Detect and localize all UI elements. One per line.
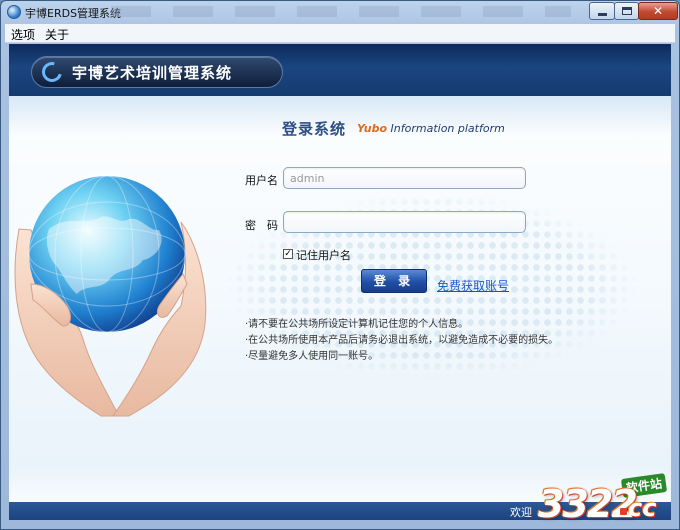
footer-welcome-text: 欢迎: [510, 506, 532, 519]
header-banner: 宇博艺术培训管理系统: [9, 44, 671, 96]
app-globe-icon: [7, 5, 21, 19]
close-button[interactable]: ✕: [638, 2, 678, 20]
username-input[interactable]: admin: [283, 167, 526, 189]
notice-line: ·尽量避免多人使用同一账号。: [245, 351, 379, 362]
watermark-domain: cc: [628, 494, 657, 522]
blurred-taskbar-region: [111, 6, 571, 17]
hands-globe-illustration: [9, 164, 207, 417]
window-title: 宇博ERDS管理系统: [25, 7, 122, 20]
menu-bar: 选项 关于: [5, 24, 675, 43]
close-icon: ✕: [652, 4, 664, 18]
minimize-icon: [597, 12, 607, 16]
login-subtitle: Yubo Information platform: [357, 122, 505, 135]
menu-options[interactable]: 选项: [11, 26, 35, 43]
login-button[interactable]: 登 录: [361, 269, 427, 293]
logo-swirl-icon: [38, 58, 66, 86]
minimize-button[interactable]: [589, 2, 615, 20]
app-window: 宇博ERDS管理系统 ✕ 选项 关于 宇博艺术培训管理系统 登录系统 Yubo …: [0, 0, 680, 530]
notice-line: ·请不要在公共场所设定计算机记住您的个人信息。: [245, 319, 469, 330]
password-label: 密 码: [245, 219, 278, 232]
password-input[interactable]: [283, 211, 526, 233]
username-label: 用户名: [245, 174, 278, 187]
remember-username-label[interactable]: 记住用户名: [296, 247, 351, 263]
product-logo: 宇博艺术培训管理系统: [31, 56, 283, 88]
remember-username-checkbox[interactable]: ✓: [283, 249, 293, 259]
title-bar[interactable]: 宇博ERDS管理系统 ✕: [1, 1, 679, 23]
menu-about[interactable]: 关于: [45, 26, 69, 43]
site-watermark: 软件站 3322 cc: [530, 472, 680, 530]
login-panel: 宇博艺术培训管理系统 登录系统 Yubo Information platfor…: [9, 44, 671, 520]
watermark-number: 3322: [538, 482, 638, 526]
login-subtitle-text: Information platform: [387, 122, 505, 135]
notice-line: ·在公共场所使用本产品后请务必退出系统，以避免造成不必要的损失。: [245, 335, 559, 346]
login-title: 登录系统: [282, 120, 347, 138]
product-name: 宇博艺术培训管理系统: [72, 64, 233, 82]
free-account-link[interactable]: 免费获取账号: [437, 277, 509, 294]
watermark-dot: [620, 508, 627, 515]
login-subtitle-brand: Yubo: [357, 122, 388, 135]
maximize-button[interactable]: [614, 2, 639, 20]
maximize-icon: [621, 7, 632, 15]
